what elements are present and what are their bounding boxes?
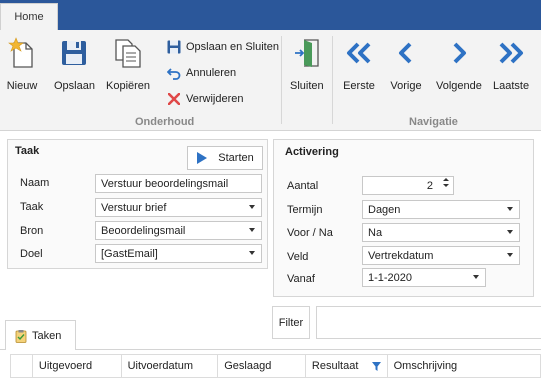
save-and-close-button[interactable]: Opslaan en Sluiten [166,39,279,55]
doel-label: Doel [20,248,43,260]
ribbon: Nieuw Opslaan Kopiëren Opslaan en Sluite… [0,30,541,131]
termijn-label: Termijn [287,204,323,216]
column-header-uitvoerdatum[interactable]: Uitvoerdatum [122,355,219,377]
bron-label: Bron [20,225,44,237]
chevron-down-icon [249,205,255,209]
ribbon-tab-strip: Home [0,0,541,30]
chevron-down-icon [507,207,513,211]
taak-label: Taak [20,201,44,213]
cancel-button[interactable]: Annuleren [166,65,236,81]
tab-taken[interactable]: Taken [5,320,76,350]
termijn-select[interactable]: Dagen [362,200,520,219]
new-document-icon [6,36,38,70]
tab-home[interactable]: Home [0,3,58,30]
veld-value: Vertrekdatum [368,249,434,262]
first-button[interactable]: Eerste [343,36,375,92]
doel-select[interactable]: [GastEmail] [95,244,262,263]
naam-field[interactable]: Verstuur beoordelingsmail [95,174,262,193]
spin-arrows-icon[interactable] [443,178,449,187]
group-label-onderhoud: Onderhoud [135,116,195,128]
copy-icon [112,36,144,70]
veld-label: Veld [287,251,309,263]
chevron-down-icon [507,230,513,234]
filter-button[interactable]: Filter [272,306,310,339]
doel-value: [GastEmail] [101,247,158,260]
new-button-label: Nieuw [6,80,38,92]
column-header-uitgevoerd[interactable]: Uitgevoerd [33,355,122,377]
column-header-resultaat[interactable]: Resultaat [306,355,388,377]
termijn-value: Dagen [368,203,401,216]
ribbon-separator [281,36,282,124]
chevron-down-icon [507,253,513,257]
double-chevron-left-icon [343,36,375,70]
start-button[interactable]: Starten [187,146,263,170]
filter-input[interactable] [316,306,541,339]
delete-x-icon [166,91,182,107]
bron-select[interactable]: Beoordelingsmail [95,221,262,240]
previous-button[interactable]: Vorige [390,36,422,92]
clipboard-check-icon [15,329,27,343]
new-button[interactable]: Nieuw [6,36,38,92]
voor-na-label: Voor / Na [287,227,333,239]
veld-select[interactable]: Vertrekdatum [362,246,520,265]
chevron-down-icon [249,228,255,232]
play-icon [197,152,208,164]
naam-value: Verstuur beoordelingsmail [101,177,229,190]
filter-funnel-icon[interactable] [371,362,381,371]
grid-header: Uitgevoerd Uitvoerdatum Geslaagd Resulta… [10,354,541,378]
chevron-right-icon [443,36,475,70]
save-button-label: Opslaan [54,80,95,92]
vanaf-date-picker[interactable]: 1-1-2020 [362,268,486,287]
group-label-navigatie: Navigatie [409,116,458,128]
bron-value: Beoordelingsmail [101,224,186,237]
naam-label: Naam [20,177,50,189]
aantal-label: Aantal [287,180,319,192]
save-button[interactable]: Opslaan [54,36,95,92]
save-and-close-label: Opslaan en Sluiten [186,41,279,53]
voor-na-select[interactable]: Na [362,223,520,242]
column-label: Uitvoerdatum [127,360,194,372]
delete-label: Verwijderen [186,93,244,105]
cancel-label: Annuleren [186,67,237,79]
column-label: Uitgevoerd [38,360,93,372]
save-icon [58,36,90,70]
next-button[interactable]: Volgende [436,36,482,92]
copy-button[interactable]: Kopiëren [106,36,150,92]
row-indicator-header [11,355,33,377]
taak-select[interactable]: Verstuur brief [95,198,262,217]
tab-taken-label: Taken [32,329,62,342]
chevron-down-icon [249,251,255,255]
first-button-label: Eerste [343,80,375,92]
next-button-label: Volgende [436,80,482,92]
undo-icon [166,65,182,81]
voor-na-value: Na [368,226,383,239]
taak-value: Verstuur brief [101,201,167,214]
vanaf-value: 1-1-2020 [368,271,413,284]
taak-title: Taak [15,145,40,157]
delete-button[interactable]: Verwijderen [166,91,243,107]
column-header-omschrijving[interactable]: Omschrijving [388,355,540,377]
aantal-spinner[interactable]: 2 [362,176,454,195]
last-button-label: Laatste [493,80,530,92]
aantal-value: 2 [426,179,433,192]
close-button[interactable]: Sluiten [290,36,324,92]
save-close-icon [166,39,182,55]
ribbon-separator [332,36,333,124]
previous-button-label: Vorige [390,80,422,92]
double-chevron-right-icon [495,36,527,70]
column-label: Geslaagd [224,360,272,372]
column-label: Resultaat [311,360,359,372]
column-label: Omschrijving [393,360,458,372]
chevron-down-icon [473,275,479,279]
copy-button-label: Kopiëren [106,80,151,92]
column-header-geslaagd[interactable]: Geslaagd [218,355,306,377]
last-button[interactable]: Laatste [493,36,529,92]
exit-door-icon [291,36,323,70]
close-button-label: Sluiten [290,80,324,92]
activering-title: Activering [285,146,339,158]
start-button-label: Starten [218,152,254,164]
chevron-left-icon [390,36,422,70]
vanaf-label: Vanaf [287,273,315,285]
